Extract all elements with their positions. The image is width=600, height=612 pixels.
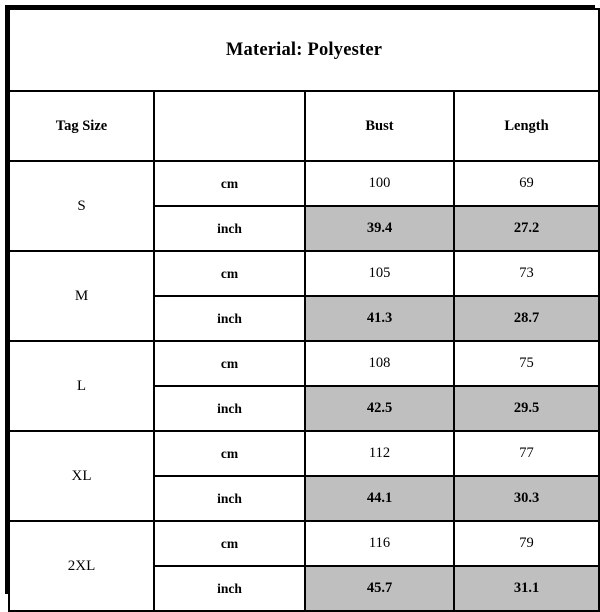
column-header-length: Length <box>452 90 600 162</box>
column-header-unit <box>153 90 306 162</box>
size-label-l: L <box>8 340 155 432</box>
title-row: Material: Polyester <box>7 8 600 92</box>
material-title: Material: Polyester <box>7 8 600 92</box>
length-cm-2xl: 79 <box>452 520 600 567</box>
length-inch-l: 29.5 <box>452 385 600 432</box>
length-inch-xl: 30.3 <box>452 475 600 522</box>
length-cm-s: 69 <box>452 160 600 207</box>
unit-label-inch-s: inch <box>153 205 306 252</box>
table-row: 2XL cm 116 79 <box>8 520 600 612</box>
column-header-tag-size: Tag Size <box>8 90 155 162</box>
column-header-bust: Bust <box>304 90 455 162</box>
bust-cm-l: 108 <box>304 340 455 387</box>
size-chart-container: Material: Polyester Tag Size Bust Length… <box>5 5 600 612</box>
bust-inch-xl: 44.1 <box>304 475 455 522</box>
size-label-m: M <box>8 250 155 342</box>
bust-cm-s: 100 <box>304 160 455 207</box>
unit-label-inch-m: inch <box>153 295 306 342</box>
bust-inch-l: 42.5 <box>304 385 455 432</box>
bust-cm-2xl: 116 <box>304 520 455 567</box>
unit-label-cm-xl: cm <box>153 430 306 477</box>
unit-label-inch-xl: inch <box>153 475 306 522</box>
length-inch-m: 28.7 <box>452 295 600 342</box>
bust-cm-xl: 112 <box>304 430 455 477</box>
bust-inch-m: 41.3 <box>304 295 455 342</box>
length-inch-2xl: 31.1 <box>452 565 600 612</box>
unit-label-inch-l: inch <box>153 385 306 432</box>
bust-inch-2xl: 45.7 <box>304 565 455 612</box>
size-chart-table: Material: Polyester Tag Size Bust Length… <box>7 8 600 612</box>
unit-label-cm-l: cm <box>153 340 306 387</box>
unit-label-inch-2xl: inch <box>153 565 306 612</box>
length-cm-m: 73 <box>452 250 600 297</box>
unit-label-cm-2xl: cm <box>153 520 306 567</box>
bust-cm-m: 105 <box>304 250 455 297</box>
unit-label-cm-s: cm <box>153 160 306 207</box>
size-label-s: S <box>8 160 155 252</box>
size-label-2xl: 2XL <box>8 520 155 612</box>
length-cm-xl: 77 <box>452 430 600 477</box>
length-cm-l: 75 <box>452 340 600 387</box>
table-row: M cm 105 73 <box>8 250 600 342</box>
bust-inch-s: 39.4 <box>304 205 455 252</box>
table-row: S cm 100 69 <box>8 160 600 252</box>
header-row: Tag Size Bust Length <box>8 90 600 162</box>
table-row: L cm 108 75 <box>8 340 600 432</box>
unit-label-cm-m: cm <box>153 250 306 297</box>
size-label-xl: XL <box>8 430 155 522</box>
table-row: XL cm 112 77 <box>8 430 600 522</box>
length-inch-s: 27.2 <box>452 205 600 252</box>
